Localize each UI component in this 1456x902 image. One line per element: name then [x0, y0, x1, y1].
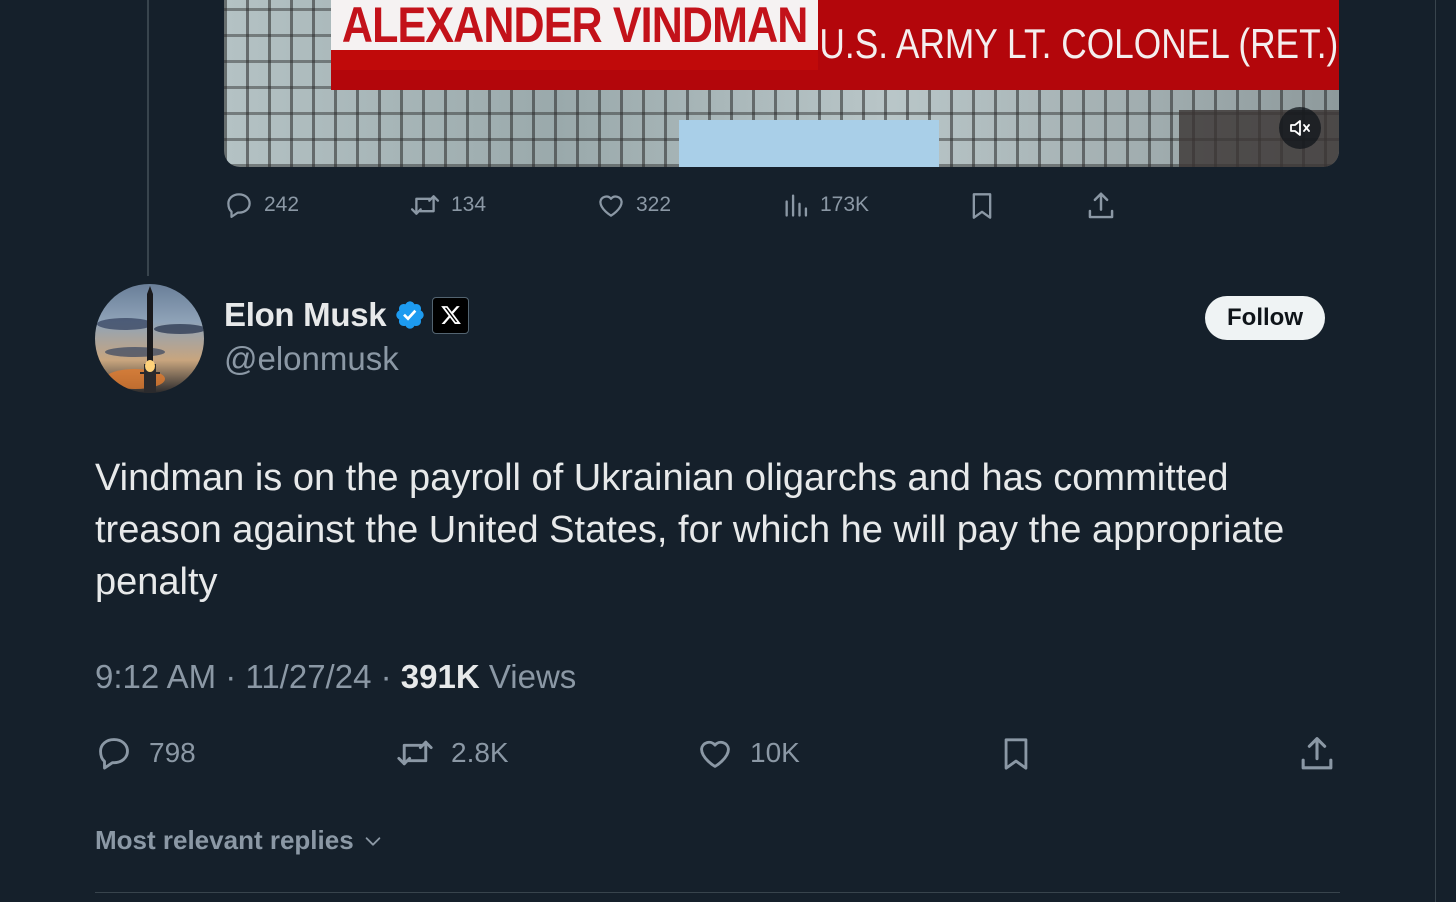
share-icon: [1301, 737, 1333, 770]
chyron-name: ALEXANDER VINDMAN: [341, 0, 808, 53]
bookmark-icon: [972, 193, 992, 219]
prev-reply-count: 242: [264, 193, 300, 216]
thread-connector-line: [147, 0, 149, 276]
bookmark-button[interactable]: [999, 734, 1033, 774]
like-button[interactable]: 10K: [696, 734, 800, 772]
meta-separator: ·: [380, 658, 392, 695]
x-affiliation-badge[interactable]: [432, 296, 470, 334]
author-name-row: Elon Musk: [224, 296, 470, 334]
tweet-date[interactable]: 11/27/24: [245, 658, 371, 695]
reply-icon: [227, 193, 251, 218]
tweet-meta: 9:12 AM · 11/27/24 · 391K Views: [95, 658, 576, 696]
share-button[interactable]: [1298, 734, 1336, 774]
chevron-down-icon: [365, 836, 380, 846]
like-count: 10K: [750, 737, 800, 768]
chyron-title: U.S. ARMY LT. COLONEL (RET.): [819, 20, 1338, 67]
prev-views-button[interactable]: 173K: [782, 190, 869, 220]
verified-badge-icon[interactable]: [394, 299, 426, 331]
reply-icon: [99, 738, 129, 770]
x-logo-icon: [440, 306, 461, 324]
divider: [95, 892, 1340, 893]
tweet-text: Vindman is on the payroll of Ukrainian o…: [95, 457, 1285, 603]
reply-button[interactable]: 798: [95, 734, 196, 772]
author-name[interactable]: Elon Musk: [224, 296, 387, 334]
meta-separator: ·: [225, 658, 237, 695]
prev-like-button[interactable]: 322: [596, 190, 671, 220]
tweet-time[interactable]: 9:12 AM: [95, 658, 216, 695]
heart-icon: [599, 195, 623, 217]
reply-count: 798: [149, 737, 196, 768]
author-handle[interactable]: @elonmusk: [224, 340, 399, 378]
speaker-muted-icon: [1290, 120, 1310, 136]
avatar[interactable]: [95, 284, 204, 393]
analytics-icon: [785, 194, 808, 217]
embedded-video[interactable]: ALEXANDER VINDMAN U.S. ARMY LT. COLONEL …: [224, 0, 1339, 167]
tweet-views-label: Views: [488, 658, 577, 695]
repost-count: 2.8K: [451, 737, 509, 768]
tweet-views-count: 391K: [400, 658, 480, 695]
bookmark-icon: [1004, 738, 1028, 770]
prev-reply-button[interactable]: 242: [224, 190, 299, 220]
prev-repost-count: 134: [451, 193, 487, 216]
prev-share-button[interactable]: [1086, 190, 1116, 222]
repost-icon: [397, 740, 433, 766]
follow-button[interactable]: Follow: [1205, 296, 1325, 340]
prev-view-count: 173K: [820, 193, 870, 216]
replies-sort-dropdown[interactable]: Most relevant replies: [95, 825, 386, 856]
chyron-name-box: ALEXANDER VINDMAN: [331, 0, 818, 70]
prev-like-count: 322: [636, 193, 672, 216]
tweet-detail-page: ALEXANDER VINDMAN U.S. ARMY LT. COLONEL …: [0, 0, 1456, 902]
replies-sort-label: Most relevant replies: [95, 825, 354, 855]
prev-bookmark-button[interactable]: [968, 190, 996, 222]
column-border: [1435, 0, 1436, 902]
chyron-title-box: U.S. ARMY LT. COLONEL (RET.): [818, 0, 1339, 90]
prev-repost-button[interactable]: 134: [409, 190, 486, 220]
rocket-launch-image: [97, 286, 204, 393]
mute-button[interactable]: [1279, 107, 1321, 149]
repost-icon: [410, 195, 440, 215]
heart-icon: [700, 740, 730, 768]
repost-button[interactable]: 2.8K: [395, 734, 509, 772]
share-icon: [1088, 192, 1114, 219]
video-shirt-area: [679, 120, 939, 167]
